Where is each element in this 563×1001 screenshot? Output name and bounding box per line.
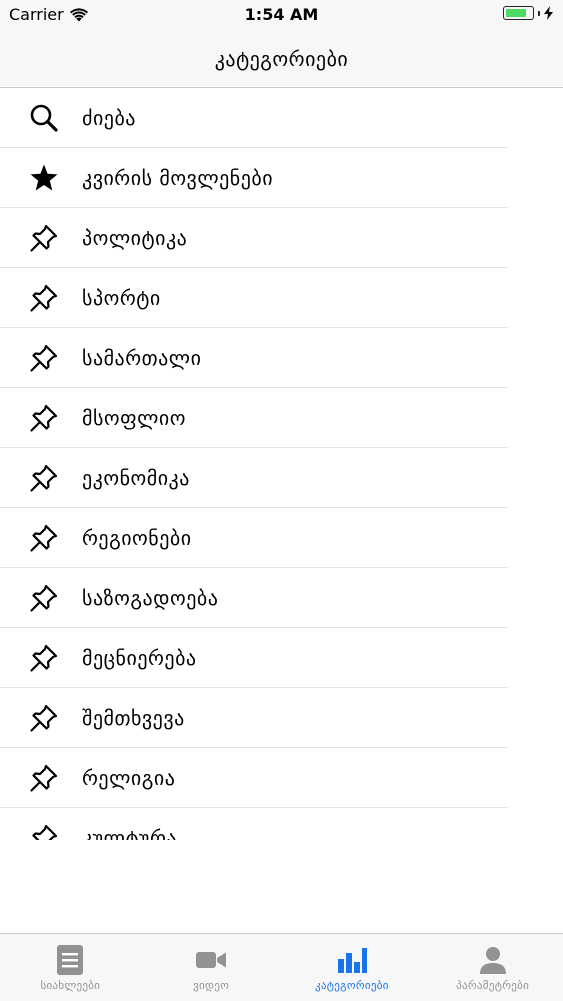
battery-level [506,9,527,17]
list-item-label: რეგიონები [82,525,192,550]
tab-label: კატეგორიები [315,979,389,992]
user-icon [477,944,509,976]
navigation-bar: კატეგორიები [0,30,563,88]
status-right [503,6,553,20]
list-item-label: რელიგია [82,765,176,790]
pin-icon [29,223,59,253]
list-item[interactable]: კულტურა [0,808,508,840]
tab-bar-chart[interactable]: კატეგორიები [282,934,423,1001]
status-bar: Carrier 1:54 AM [0,0,563,30]
list-item-label: პოლიტიკა [82,225,188,250]
tab-bar: სიახლეები ვიდეო კატეგორიები პარამეტრები [0,933,563,1001]
tab-news[interactable]: სიახლეები [0,934,141,1001]
tab-user[interactable]: პარამეტრები [422,934,563,1001]
pin-icon [29,583,59,613]
tab-video-camera[interactable]: ვიდეო [141,934,282,1001]
list-item-label: ძიება [82,105,136,130]
list-item-label: კულტურა [82,825,178,841]
pin-icon [29,763,59,793]
list-item[interactable]: სამართალი [0,328,508,388]
status-time: 1:54 AM [244,5,319,24]
pin-icon [29,643,59,673]
list-item[interactable]: შემთხვევა [0,688,508,748]
pin-icon [29,343,59,373]
pin-icon [29,823,59,840]
page-title: კატეგორიები [214,46,349,71]
list-item[interactable]: პოლიტიკა [0,208,508,268]
pin-icon [29,403,59,433]
charging-bolt-icon [544,6,553,20]
battery-icon [503,6,534,20]
bar-chart-icon [336,944,368,976]
list-item-label: მეცნიერება [82,645,197,670]
list-item[interactable]: რეგიონები [0,508,508,568]
tab-label: ვიდეო [193,979,230,992]
list-item-label: საზოგადოება [82,585,219,610]
battery-tip [538,10,540,16]
list-item-label: სპორტი [82,285,161,310]
video-camera-icon [195,944,227,976]
list-item[interactable]: ეკონომიკა [0,448,508,508]
list-item[interactable]: რელიგია [0,748,508,808]
tab-label: პარამეტრები [456,979,530,992]
list-item[interactable]: საზოგადოება [0,568,508,628]
list-item-label: ეკონომიკა [82,465,190,490]
pin-icon [29,523,59,553]
list-item-label: სამართალი [82,345,202,370]
pin-icon [29,283,59,313]
pin-icon [29,703,59,733]
list-item[interactable]: კვირის მოვლენები [0,148,508,208]
list-item-label: შემთხვევა [82,705,185,730]
pin-icon [29,463,59,493]
list-item[interactable]: მეცნიერება [0,628,508,688]
news-icon [54,944,86,976]
category-list[interactable]: ძიება კვირის მოვლენები პოლიტიკა სპორტი სამარ… [0,88,563,840]
star-icon [29,163,59,193]
list-item-label: მსოფლიო [82,405,186,430]
list-item[interactable]: სპორტი [0,268,508,328]
list-item-label: კვირის მოვლენები [82,165,274,190]
list-item[interactable]: მსოფლიო [0,388,508,448]
tab-label: სიახლეები [40,979,101,992]
search-icon [29,103,59,133]
list-item[interactable]: ძიება [0,88,508,148]
